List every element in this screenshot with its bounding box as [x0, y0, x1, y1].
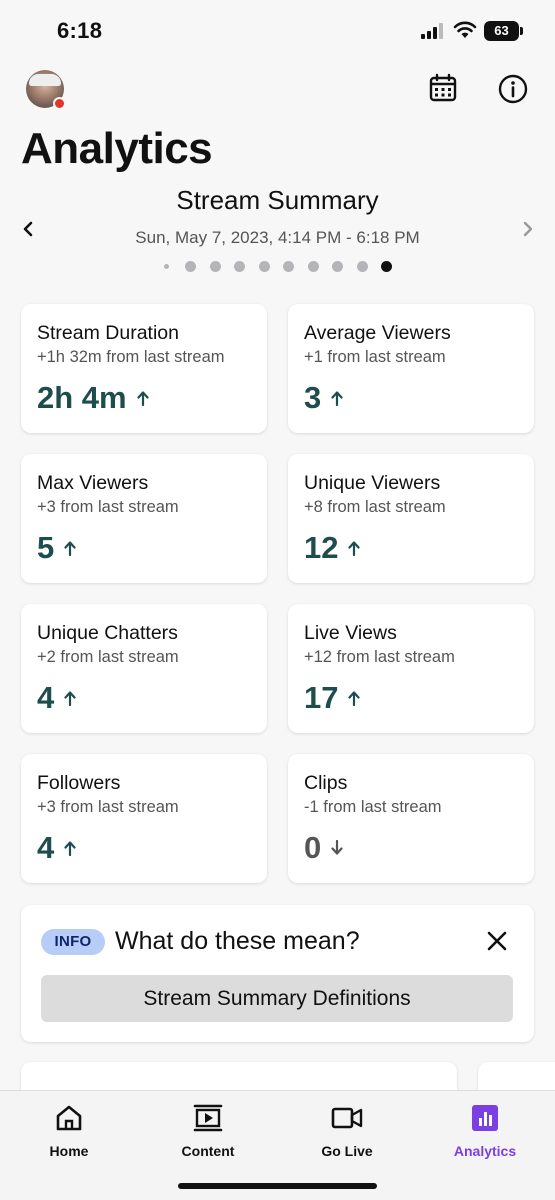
bar-chart-icon	[472, 1105, 498, 1131]
tab-analytics[interactable]: Analytics	[425, 1101, 545, 1159]
battery-tip	[520, 27, 523, 35]
cellular-signal-icon	[421, 23, 443, 39]
trend-up-arrow-icon	[137, 391, 149, 406]
page-dot[interactable]	[258, 260, 270, 272]
stat-value: 0	[304, 830, 322, 865]
stat-delta: -1 from last stream	[304, 798, 442, 816]
info-panel: INFO What do these mean? Stream Summary …	[21, 905, 534, 1042]
home-indicator[interactable]	[178, 1183, 377, 1189]
stat-card[interactable]: Live Views +12 from last stream 17	[288, 604, 534, 733]
stat-label: Clips	[304, 772, 348, 794]
stat-card[interactable]: Average Viewers +1 from last stream 3	[288, 304, 534, 433]
page-indicator-dots[interactable]	[162, 259, 406, 273]
tab-label: Analytics	[453, 1143, 517, 1159]
status-time: 6:18	[57, 18, 103, 43]
trend-up-arrow-icon	[348, 691, 360, 706]
stat-value: 4	[37, 830, 55, 865]
trend-up-arrow-icon	[64, 841, 76, 856]
stat-card[interactable]: Stream Duration +1h 32m from last stream 2…	[21, 304, 267, 433]
status-bar: 6:18 63	[0, 0, 555, 60]
home-icon	[56, 1105, 82, 1131]
page-dot[interactable]	[185, 260, 196, 272]
page-title: Analytics	[21, 124, 213, 173]
wifi-icon	[453, 21, 477, 38]
trend-down-arrow-icon	[331, 840, 343, 855]
stat-label: Live Views	[304, 622, 397, 644]
stream-summary-definitions-button[interactable]: Stream Summary Definitions	[41, 975, 513, 1022]
page-dot[interactable]	[164, 263, 169, 269]
page-dot[interactable]	[381, 260, 392, 272]
close-icon[interactable]	[486, 930, 508, 952]
info-badge: INFO	[41, 929, 105, 955]
live-status-dot	[53, 97, 66, 110]
stat-card[interactable]: Clips -1 from last stream 0	[288, 754, 534, 883]
page-dot[interactable]	[283, 260, 294, 272]
next-stream-chevron-right-icon[interactable]	[518, 218, 538, 240]
stat-label: Followers	[37, 772, 121, 794]
page-dot[interactable]	[356, 260, 368, 272]
tab-go-live[interactable]: Go Live	[287, 1101, 407, 1159]
trend-up-arrow-icon	[331, 391, 343, 406]
page-dot[interactable]	[307, 260, 319, 272]
stat-label: Stream Duration	[37, 322, 179, 344]
analytics-screen: 6:18 63 Analytics Stream Summary Sun, Ma…	[0, 0, 555, 1200]
calendar-icon[interactable]	[428, 73, 458, 103]
summary-date: Sun, May 7, 2023, 4:14 PM - 6:18 PM	[135, 228, 420, 247]
stat-value: 5	[37, 530, 55, 565]
stat-card[interactable]: Unique Viewers +8 from last stream 12	[288, 454, 534, 583]
stat-card[interactable]: Unique Chatters +2 from last stream 4	[21, 604, 267, 733]
stat-label: Unique Chatters	[37, 622, 178, 644]
page-dot[interactable]	[209, 260, 221, 272]
stat-card[interactable]: Max Viewers +3 from last stream 5	[21, 454, 267, 583]
trend-up-arrow-icon	[64, 691, 76, 706]
stat-delta: +3 from last stream	[37, 498, 179, 516]
stat-label: Max Viewers	[37, 472, 149, 494]
stat-value: 17	[304, 680, 339, 715]
stat-value: 3	[304, 380, 322, 415]
tab-label: Home	[49, 1143, 89, 1159]
stat-delta: +2 from last stream	[37, 648, 179, 666]
stat-value: 12	[304, 530, 339, 565]
info-question: What do these mean?	[115, 927, 360, 955]
page-dot[interactable]	[234, 260, 245, 272]
tab-label: Content	[181, 1143, 235, 1159]
stat-value: 2h 4m	[37, 380, 127, 415]
stat-label: Unique Viewers	[304, 472, 441, 494]
stat-label: Average Viewers	[304, 322, 451, 344]
tab-label: Go Live	[321, 1143, 373, 1159]
info-icon[interactable]	[497, 73, 529, 105]
tab-content[interactable]: Content	[148, 1101, 268, 1159]
stat-delta: +3 from last stream	[37, 798, 179, 816]
video-camera-icon	[331, 1107, 363, 1129]
stat-delta: +12 from last stream	[304, 648, 455, 666]
tab-home[interactable]: Home	[9, 1101, 129, 1159]
stat-card[interactable]: Followers +3 from last stream 4	[21, 754, 267, 883]
stat-delta: +8 from last stream	[304, 498, 446, 516]
battery-indicator: 63	[484, 21, 519, 41]
film-icon	[193, 1104, 223, 1132]
stat-delta: +1 from last stream	[304, 348, 446, 366]
page-dot[interactable]	[332, 260, 343, 272]
trend-up-arrow-icon	[64, 541, 76, 556]
stat-delta: +1h 32m from last stream	[37, 348, 225, 366]
stat-value: 4	[37, 680, 55, 715]
summary-title: Stream Summary	[176, 185, 379, 215]
trend-up-arrow-icon	[348, 541, 360, 556]
